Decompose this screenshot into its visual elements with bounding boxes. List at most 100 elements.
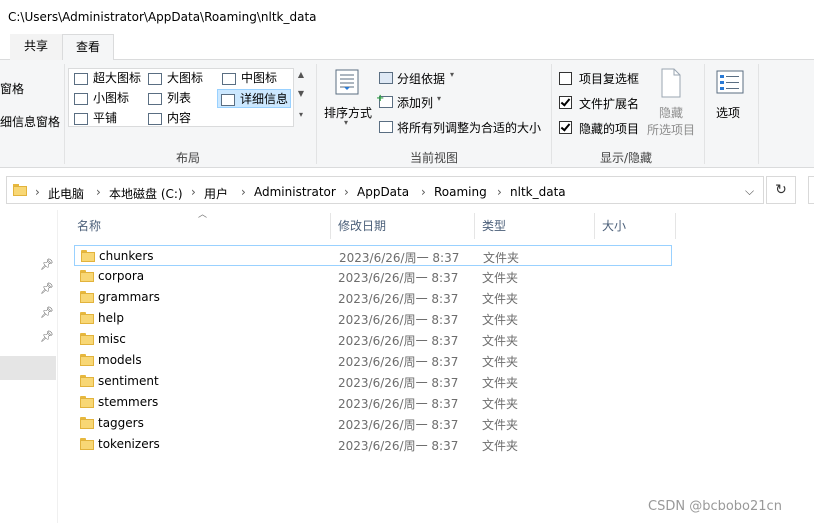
file-name: misc bbox=[98, 332, 126, 346]
item-checkboxes-checkbox[interactable] bbox=[559, 72, 572, 85]
breadcrumb-separator-icon: › bbox=[497, 185, 502, 199]
breadcrumb-users[interactable]: 用户 bbox=[204, 185, 228, 202]
sort-by-dropdown-icon[interactable]: ▾ bbox=[344, 118, 348, 127]
table-row[interactable]: misc 2023/6/26/周一 8:37 文件夹 bbox=[74, 329, 672, 350]
file-extensions-checkbox[interactable] bbox=[559, 96, 572, 109]
options-button[interactable]: 选项 bbox=[716, 104, 740, 121]
fit-columns-icon bbox=[379, 121, 393, 133]
file-modified: 2023/6/26/周一 8:37 bbox=[338, 376, 459, 390]
pin-icon[interactable]: 📌︎ bbox=[40, 306, 54, 319]
table-row[interactable]: grammars 2023/6/26/周一 8:37 文件夹 bbox=[74, 287, 672, 308]
table-row[interactable]: help 2023/6/26/周一 8:37 文件夹 bbox=[74, 308, 672, 329]
layout-extra-large-icons[interactable]: 超大图标 bbox=[71, 69, 141, 88]
gallery-expand-icon[interactable]: ▾ bbox=[296, 110, 306, 119]
tab-view[interactable]: 查看 bbox=[62, 34, 114, 61]
group-divider bbox=[704, 64, 705, 164]
check-icon bbox=[560, 96, 571, 107]
hidden-items-label: 隐藏的项目 bbox=[579, 122, 640, 136]
file-modified: 2023/6/26/周一 8:37 bbox=[338, 418, 459, 432]
gallery-scroll-down-icon[interactable]: ▼ bbox=[296, 89, 306, 98]
breadcrumb-local-disk[interactable]: 本地磁盘 (C:) bbox=[109, 185, 183, 202]
column-divider[interactable] bbox=[474, 213, 475, 239]
layout-tiles[interactable]: 平铺 bbox=[71, 109, 117, 128]
folder-icon bbox=[80, 291, 94, 303]
list-icon bbox=[148, 93, 162, 105]
group-by-dropdown-icon[interactable]: ▾ bbox=[450, 70, 454, 79]
table-row[interactable]: corpora 2023/6/26/周一 8:37 文件夹 bbox=[74, 266, 672, 287]
refresh-button[interactable]: ↻ bbox=[766, 176, 796, 204]
watermark: CSDN @bcbobo21cn bbox=[648, 499, 782, 514]
layout-details[interactable]: 详细信息 bbox=[217, 89, 291, 108]
nav-item-selected[interactable] bbox=[0, 356, 56, 380]
file-name: stemmers bbox=[98, 395, 159, 409]
column-header-name[interactable]: 名称 bbox=[77, 217, 101, 234]
table-row[interactable]: taggers 2023/6/26/周一 8:37 文件夹 bbox=[74, 413, 672, 434]
breadcrumb-roaming[interactable]: Roaming bbox=[434, 185, 487, 199]
folder-icon bbox=[80, 375, 94, 387]
file-name: taggers bbox=[98, 416, 144, 430]
medium-icons-icon bbox=[222, 73, 236, 85]
address-field[interactable]: › 此电脑 › 本地磁盘 (C:) › 用户 › Administrator ›… bbox=[6, 176, 764, 204]
file-modified: 2023/6/26/周一 8:37 bbox=[338, 439, 459, 453]
address-history-chevron-down-icon[interactable]: ⌵ bbox=[745, 184, 754, 199]
refresh-icon: ↻ bbox=[775, 182, 787, 198]
check-icon bbox=[560, 121, 571, 132]
pin-icon[interactable]: 📌︎ bbox=[40, 330, 54, 343]
table-row[interactable]: stemmers 2023/6/26/周一 8:37 文件夹 bbox=[74, 392, 672, 413]
fit-columns-button[interactable]: 将所有列调整为合适的大小 bbox=[397, 119, 541, 136]
breadcrumb-nltk-data[interactable]: nltk_data bbox=[510, 185, 566, 199]
column-header-modified[interactable]: 修改日期 bbox=[338, 217, 386, 234]
layout-small-icons[interactable]: 小图标 bbox=[71, 89, 129, 108]
group-by-button[interactable]: 分组依据 bbox=[397, 70, 445, 87]
ribbon: 窗格 细信息窗格 超大图标 大图标 中图标 小图标 列表 详细信息 平铺 内容 … bbox=[0, 60, 814, 168]
group-divider bbox=[758, 64, 759, 164]
gallery-scroll-up-icon[interactable]: ▲ bbox=[296, 70, 306, 79]
pin-icon[interactable]: 📌︎ bbox=[40, 258, 54, 271]
selected-items-label: 所选项目 bbox=[647, 123, 696, 137]
layout-medium-icons[interactable]: 中图标 bbox=[219, 69, 277, 88]
breadcrumb-this-pc[interactable]: 此电脑 bbox=[48, 185, 84, 202]
hide-button[interactable]: 隐藏 bbox=[659, 104, 683, 121]
file-modified: 2023/6/26/周一 8:37 bbox=[338, 397, 459, 411]
table-row[interactable]: sentiment 2023/6/26/周一 8:37 文件夹 bbox=[74, 371, 672, 392]
tab-share[interactable]: 共享 bbox=[10, 34, 62, 60]
options-icon bbox=[716, 70, 744, 96]
layout-group-label: 布局 bbox=[176, 151, 201, 165]
add-column-icon: + bbox=[376, 93, 393, 108]
table-row[interactable]: chunkers 2023/6/26/周一 8:37 文件夹 bbox=[74, 245, 672, 266]
navigation-pane-button[interactable]: 窗格 bbox=[0, 80, 24, 97]
column-divider[interactable] bbox=[675, 213, 676, 239]
file-type: 文件夹 bbox=[482, 439, 519, 453]
search-input[interactable] bbox=[808, 176, 814, 204]
folder-icon bbox=[80, 270, 94, 282]
layout-large-icons[interactable]: 大图标 bbox=[145, 69, 203, 88]
column-header-size[interactable]: 大小 bbox=[602, 217, 626, 234]
breadcrumb-appdata[interactable]: AppData bbox=[357, 185, 409, 199]
file-extensions-label: 文件扩展名 bbox=[579, 97, 640, 111]
show-hide-group-label: 显示/隐藏 bbox=[600, 151, 653, 165]
column-divider[interactable] bbox=[330, 213, 331, 239]
breadcrumb-administrator[interactable]: Administrator bbox=[254, 185, 336, 199]
column-header-type[interactable]: 类型 bbox=[482, 217, 506, 234]
column-divider[interactable] bbox=[594, 213, 595, 239]
file-modified: 2023/6/26/周一 8:37 bbox=[338, 292, 459, 306]
layout-content[interactable]: 内容 bbox=[145, 109, 191, 128]
table-row[interactable]: tokenizers 2023/6/26/周一 8:37 文件夹 bbox=[74, 434, 672, 455]
hidden-items-checkbox[interactable] bbox=[559, 121, 572, 134]
table-row[interactable]: models 2023/6/26/周一 8:37 文件夹 bbox=[74, 350, 672, 371]
file-name: grammars bbox=[98, 290, 160, 304]
file-type: 文件夹 bbox=[482, 397, 519, 411]
file-name: chunkers bbox=[99, 249, 154, 263]
small-icons-icon bbox=[74, 93, 88, 105]
folder-icon bbox=[13, 184, 27, 196]
folder-icon bbox=[80, 396, 94, 408]
pin-icon[interactable]: 📌︎ bbox=[40, 282, 54, 295]
file-type: 文件夹 bbox=[482, 271, 519, 285]
file-name: tokenizers bbox=[98, 437, 160, 451]
add-column-button[interactable]: 添加列 bbox=[397, 94, 433, 111]
file-name: corpora bbox=[98, 269, 145, 283]
add-column-dropdown-icon[interactable]: ▾ bbox=[437, 94, 441, 103]
item-checkboxes-label: 项目复选框 bbox=[579, 72, 640, 86]
layout-list[interactable]: 列表 bbox=[145, 89, 191, 108]
details-pane-button[interactable]: 细信息窗格 bbox=[0, 113, 60, 130]
